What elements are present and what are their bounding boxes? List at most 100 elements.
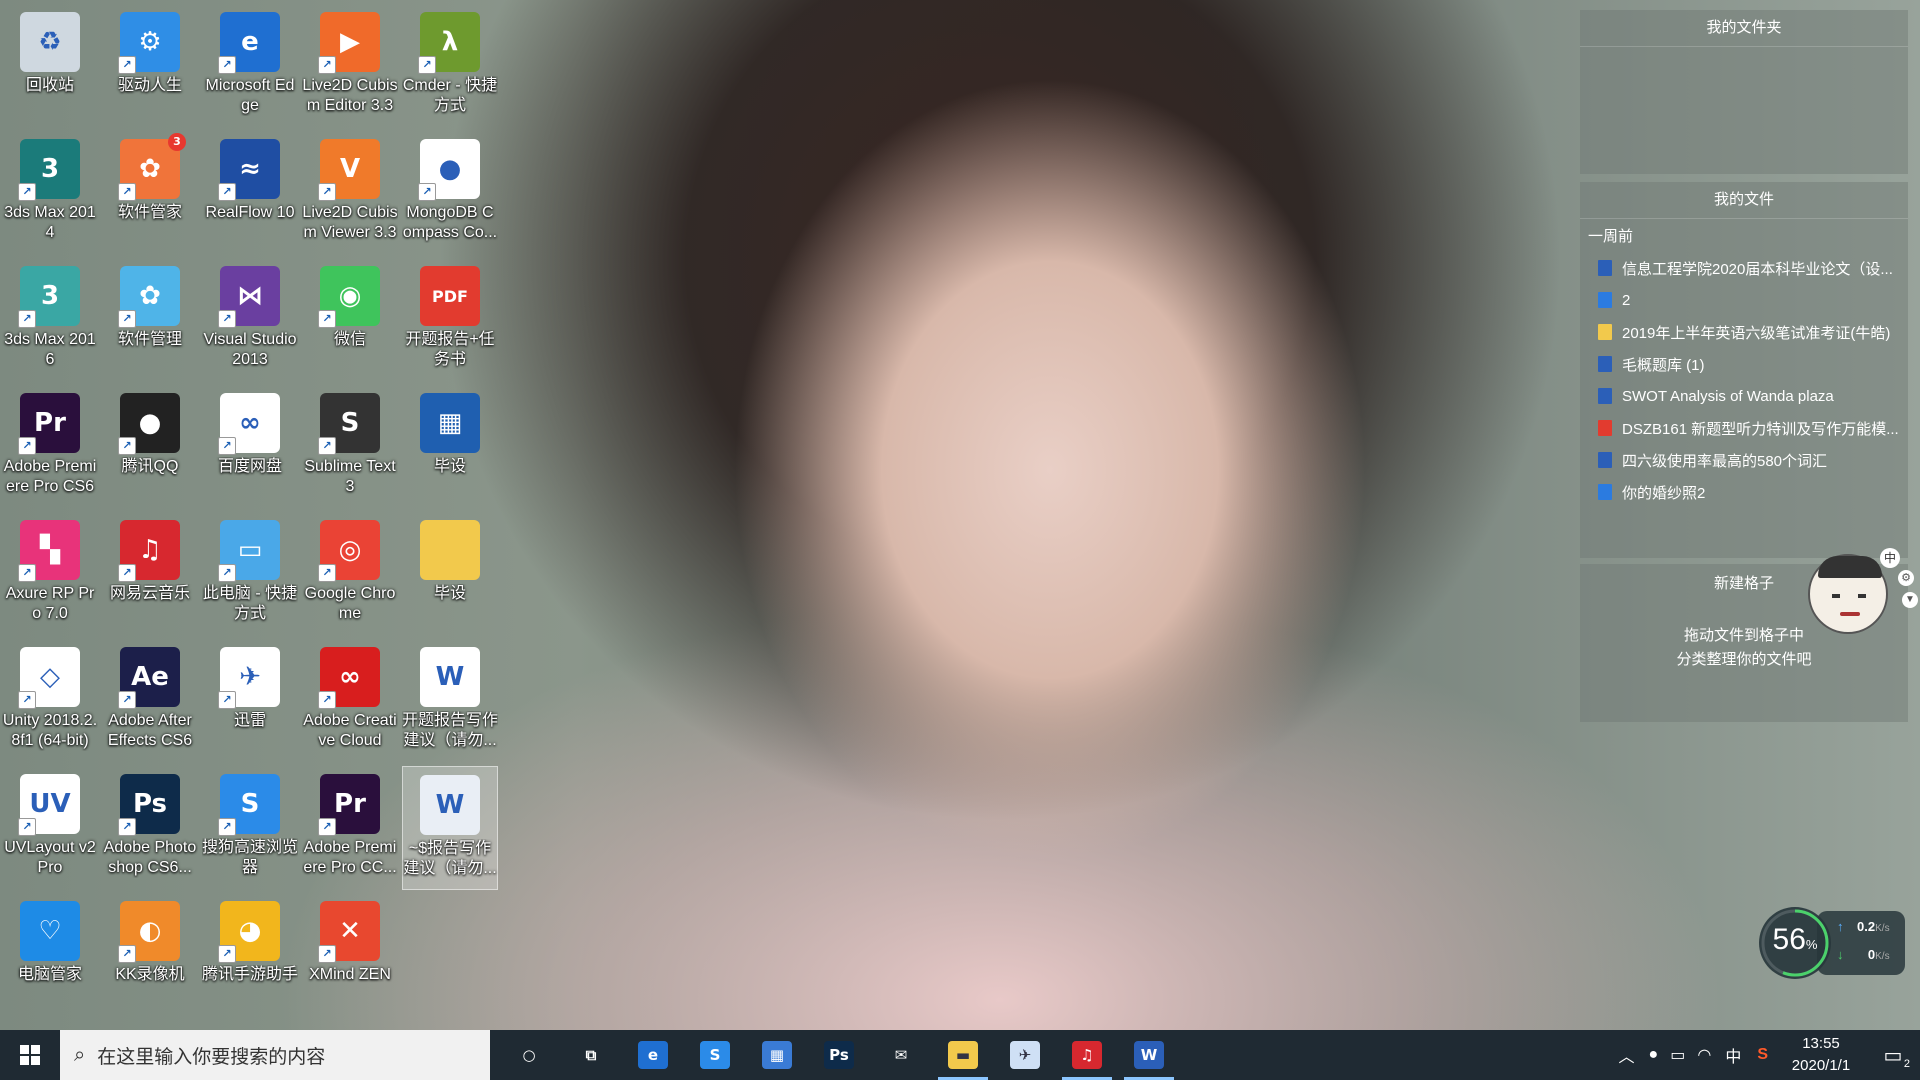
desktop-icon[interactable]: ♻ 回收站 [2,4,98,128]
desktop-icon[interactable]: ✈ ↗ 迅雷 [202,639,298,763]
desktop-icon[interactable]: W 开题报告写作建议（请勿... [402,639,498,763]
after-effects-icon: Ae ↗ [118,647,180,709]
desktop-icon[interactable]: ∞ ↗ 百度网盘 [202,385,298,509]
shortcut-arrow-icon: ↗ [318,945,336,963]
word-doc-icon [1598,452,1612,468]
xmind-icon: ✕ ↗ [318,901,380,963]
taskbar-app-photoshop[interactable]: Ps [808,1030,870,1080]
network-meter[interactable]: 56% ↑ 0.2K/s ↓ 0K/s [1757,905,1907,981]
taskbar-app-cortana[interactable]: ○ [498,1030,560,1080]
desktop-icon[interactable]: ♫ ↗ 网易云音乐 [102,512,198,636]
desktop-icon[interactable]: Ps ↗ Adobe Photoshop CS6... [102,766,198,890]
file-list-item[interactable]: 四六级使用率最高的580个词汇 [1580,444,1908,476]
clock[interactable]: 13:55 2020/1/1 [1776,1033,1866,1077]
start-button[interactable] [0,1030,60,1080]
taskbar-app-file-explorer[interactable]: ▬ [932,1030,994,1080]
taskbar-search-box[interactable]: ⌕ 在这里输入你要搜索的内容 [60,1030,490,1080]
shortcut-arrow-icon: ↗ [418,56,436,74]
file-list-item[interactable]: 2019年上半年英语六级笔试准考证(牛皓) [1580,316,1908,348]
taskbar-app-netease-music[interactable]: ♫ [1056,1030,1118,1080]
desktop-icon[interactable]: e ↗ Microsoft Edge [202,4,298,128]
shortcut-arrow-icon: ↗ [218,691,236,709]
desktop-icon[interactable]: ◉ ↗ 微信 [302,258,398,382]
desktop-icon[interactable]: ≈ ↗ RealFlow 10 [202,131,298,255]
taskbar-app-mail[interactable]: ✉ [870,1030,932,1080]
show-hidden-icons-chevron-icon[interactable]: ︿ [1611,1043,1643,1067]
desktop-icon[interactable]: ◕ ↗ 腾讯手游助手 [202,893,298,1017]
desktop-icon[interactable]: ✕ ↗ XMind ZEN [302,893,398,1017]
desktop-icon[interactable]: Pr ↗ Adobe Premiere Pro CC... [302,766,398,890]
desktop-icon[interactable]: ⚙ ↗ 驱动人生 [102,4,198,128]
fence-my-folder[interactable]: 我的文件夹 [1580,10,1908,174]
desktop-icon-label: 微信 [333,331,366,348]
taskbar-app-edge[interactable]: e [622,1030,684,1080]
wifi-icon[interactable]: ◠ [1691,1045,1717,1065]
desktop-icon[interactable]: S ↗ Sublime Text 3 [302,385,398,509]
desktop-icon[interactable]: ⋈ ↗ Visual Studio 2013 [202,258,298,382]
photoshop-icon: Ps [824,1041,854,1069]
desktop-icon[interactable]: ∞ ↗ Adobe Creative Cloud [302,639,398,763]
desktop-icon[interactable]: ◇ ↗ Unity 2018.2.8f1 (64-bit) [2,639,98,763]
desktop-icon[interactable]: ● ↗ MongoDB Compass Co... [402,131,498,255]
file-list-item[interactable]: 毛概题库 (1) [1580,348,1908,380]
file-list-item[interactable]: 你的婚纱照2 [1580,476,1908,508]
file-name: 2019年上半年英语六级笔试准考证(牛皓) [1622,324,1891,342]
desktop-icon[interactable]: ▦ 毕设 [402,385,498,509]
upload-arrow-icon: ↑ [1837,919,1844,934]
ime-indicator[interactable]: 中 [1717,1043,1749,1067]
fence-title: 我的文件 [1580,182,1908,219]
taskbar-app-word[interactable]: W [1118,1030,1180,1080]
qq-tray-icon[interactable]: ● [1643,1046,1665,1064]
desktop-icon[interactable]: Ae ↗ Adobe After Effects CS6 [102,639,198,763]
archive-icon: ▦ [420,393,480,453]
shortcut-arrow-icon: ↗ [418,183,436,201]
desktop-icon[interactable]: S ↗ 搜狗高速浏览器 [202,766,298,890]
desktop-icon[interactable]: ◐ ↗ KK录像机 [102,893,198,1017]
file-name: 2 [1622,291,1631,309]
desktop-icon[interactable]: ✿ ↗ 软件管理 [102,258,198,382]
file-list-item[interactable]: SWOT Analysis of Wanda plaza [1580,380,1908,412]
floating-mascot[interactable]: 中 ⚙ ▼ [1808,548,1918,640]
sogou-browser-icon: S ↗ [218,774,280,836]
file-list-item[interactable]: 2 [1580,284,1908,316]
desktop-icon[interactable]: ✿ ↗ 3 软件管家 [102,131,198,255]
taskbar-app-thunder[interactable]: ✈ [994,1030,1056,1080]
desktop-icon[interactable]: W ~$报告写作建议（请勿... [402,766,498,890]
desktop-icon[interactable]: PDF 开题报告+任务书 [402,258,498,382]
thunder-icon: ✈ [1010,1041,1040,1069]
desktop-icon[interactable]: 3 ↗ 3ds Max 2016 [2,258,98,382]
shirt-icon[interactable]: ▼ [1902,592,1918,608]
desktop-icon[interactable]: 3 ↗ 3ds Max 2014 [2,131,98,255]
settings-icon[interactable]: ⚙ [1898,570,1914,586]
fence-my-files[interactable]: 我的文件 一周前 信息工程学院2020届本科毕业论文（设... 2 2019年上半年… [1580,182,1908,558]
photoshop-icon: Ps ↗ [118,774,180,836]
shortcut-arrow-icon: ↗ [218,183,236,201]
desktop-icon[interactable]: ▚ ↗ Axure RP Pro 7.0 [2,512,98,636]
taskbar-app-store[interactable]: ▦ [746,1030,808,1080]
word-icon: W [1134,1041,1164,1069]
desktop-icon-label: 3ds Max 2016 [4,331,96,368]
notification-badge: 3 [168,133,186,151]
desktop-icon[interactable]: ◎ ↗ Google Chrome [302,512,398,636]
battery-icon[interactable]: ▭ [1664,1045,1691,1065]
desktop-icon[interactable]: 毕设 [402,512,498,636]
action-center-button[interactable]: ▭ 2 [1866,1030,1920,1080]
desktop-icon[interactable]: Pr ↗ Adobe Premiere Pro CS6 [2,385,98,509]
desktop-icon[interactable]: ▭ ↗ 此电脑 - 快捷方式 [202,512,298,636]
desktop-icon-label: Sublime Text 3 [304,458,396,495]
desktop-icon[interactable]: ♡ 电脑管家 [2,893,98,1017]
desktop-icon[interactable]: λ ↗ Cmder - 快捷方式 [402,4,498,128]
netease-music-icon: ♫ [1072,1041,1102,1069]
taskbar-app-sogou-browser[interactable]: S [684,1030,746,1080]
desktop-icon[interactable]: ▶ ↗ Live2D Cubism Editor 3.3 [302,4,398,128]
desktop-icon[interactable]: V ↗ Live2D Cubism Viewer 3.3 [302,131,398,255]
desktop-icon[interactable]: UV ↗ UVLayout v2 Pro [2,766,98,890]
file-list-item[interactable]: DSZB161 新题型听力特训及写作万能模... [1580,412,1908,444]
shortcut-arrow-icon: ↗ [18,564,36,582]
ime-badge[interactable]: 中 [1880,548,1900,568]
desktop-icon[interactable]: ● ↗ 腾讯QQ [102,385,198,509]
file-list-item[interactable]: 信息工程学院2020届本科毕业论文（设... [1580,252,1908,284]
sogou-ime-icon[interactable]: S [1749,1046,1776,1064]
shortcut-arrow-icon: ↗ [118,437,136,455]
taskbar-app-task-view[interactable]: ⧉ [560,1030,622,1080]
